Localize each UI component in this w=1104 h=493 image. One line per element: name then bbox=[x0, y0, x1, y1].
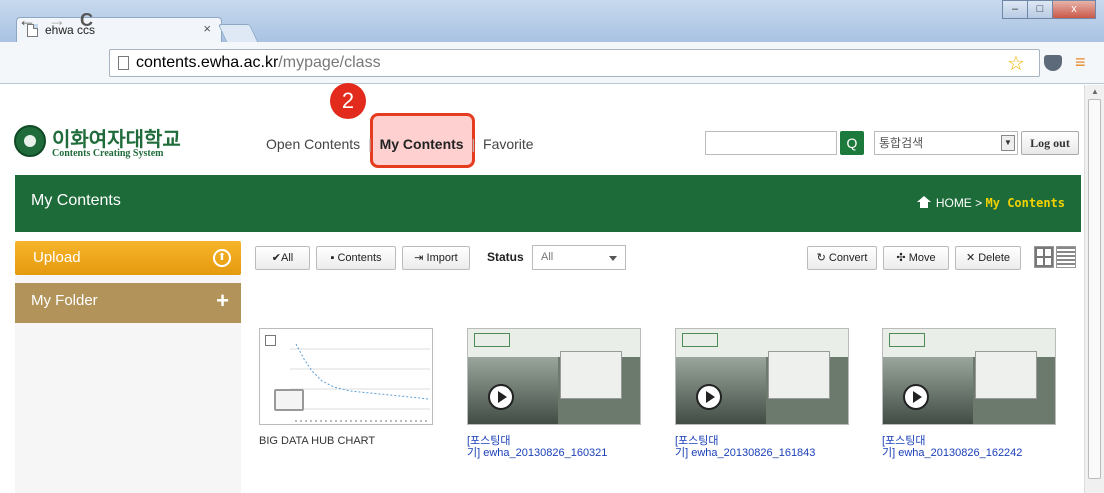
grid-view-icon[interactable] bbox=[1034, 246, 1054, 268]
vertical-scrollbar[interactable]: ▲ bbox=[1084, 85, 1104, 493]
search-input[interactable] bbox=[705, 131, 837, 155]
search-button[interactable]: Q bbox=[840, 131, 864, 155]
forward-arrow-icon[interactable]: → bbox=[48, 10, 66, 31]
content-item[interactable]: [포스팅대 기] ewha_20130826_162242 bbox=[882, 328, 1058, 459]
item-filename[interactable]: 기] ewha_20130826_160321 bbox=[467, 447, 607, 459]
page-icon bbox=[118, 56, 129, 70]
item-caption[interactable]: [포스팅대 기] ewha_20130826_162242 bbox=[882, 435, 1058, 459]
item-checkbox[interactable] bbox=[265, 335, 276, 346]
university-emblem-icon bbox=[14, 125, 46, 157]
add-folder-icon[interactable]: + bbox=[216, 283, 229, 319]
my-folder-header[interactable]: My Folder + bbox=[15, 283, 241, 323]
home-icon[interactable] bbox=[916, 196, 931, 208]
scroll-up-icon[interactable]: ▲ bbox=[1091, 87, 1099, 96]
browser-titlebar: ehwa ccs × – □ x bbox=[0, 0, 1104, 43]
item-title[interactable]: [포스팅대 bbox=[467, 435, 511, 447]
nav-my-contents[interactable]: My Contents bbox=[380, 136, 464, 152]
item-title[interactable]: [포스팅대 bbox=[882, 435, 926, 447]
convert-button[interactable]: ↻ Convert bbox=[807, 246, 877, 270]
item-filename[interactable]: 기] ewha_20130826_161843 bbox=[675, 447, 815, 459]
content-item[interactable]: [포스팅대 기] ewha_20130826_161843 bbox=[675, 328, 851, 459]
step-callout-badge: 2 bbox=[330, 83, 366, 119]
play-icon[interactable] bbox=[903, 384, 929, 410]
logout-button[interactable]: Log out bbox=[1021, 131, 1079, 155]
image-icon bbox=[274, 389, 304, 411]
scrollbar-thumb[interactable] bbox=[1088, 99, 1101, 479]
list-view-icon[interactable] bbox=[1056, 246, 1076, 268]
move-button[interactable]: ✣ Move bbox=[883, 246, 949, 270]
import-icon: ⇥ bbox=[414, 252, 427, 264]
page-banner: My Contents HOME > My Contents bbox=[15, 175, 1081, 232]
upload-button[interactable]: Upload ⬆ bbox=[15, 241, 241, 275]
nav-favorite[interactable]: Favorite bbox=[483, 136, 534, 152]
status-value: All bbox=[541, 251, 554, 263]
search-scope-value: 통합검색 bbox=[879, 136, 924, 150]
projected-screen bbox=[560, 351, 622, 399]
content-item[interactable]: [포스팅대 기] ewha_20130826_160321 bbox=[467, 328, 643, 459]
video-thumbnail[interactable] bbox=[675, 328, 849, 425]
browser-tab[interactable]: ehwa ccs × bbox=[16, 17, 222, 43]
nav-open-contents[interactable]: Open Contents bbox=[266, 136, 360, 152]
projected-screen bbox=[975, 351, 1037, 399]
page-title: My Contents bbox=[31, 192, 121, 209]
play-icon[interactable] bbox=[696, 384, 722, 410]
bookmark-star-icon[interactable]: ☆ bbox=[1007, 51, 1025, 76]
video-thumbnail[interactable] bbox=[882, 328, 1056, 425]
browser-menu-icon[interactable]: ≡ bbox=[1075, 52, 1086, 73]
my-folder-label: My Folder bbox=[31, 292, 98, 309]
close-window-button[interactable]: x bbox=[1052, 0, 1096, 19]
item-caption: BIG DATA HUB CHART bbox=[259, 435, 376, 447]
main-nav: Open Contents | My Contents | Favorite bbox=[266, 136, 534, 152]
item-caption[interactable]: [포스팅대 기] ewha_20130826_161843 bbox=[675, 435, 851, 459]
new-tab-button[interactable] bbox=[217, 24, 259, 42]
page-content: 이화여자대학교 Contents Creating System 2 Open … bbox=[0, 83, 1084, 493]
breadcrumb-current: My Contents bbox=[985, 196, 1065, 210]
search-icon: Q bbox=[846, 135, 858, 151]
upload-label: Upload bbox=[33, 249, 81, 266]
content-item[interactable]: BIG DATA HUB CHART bbox=[259, 328, 435, 447]
select-all-button[interactable]: ✔All bbox=[255, 246, 310, 270]
reload-icon[interactable]: C bbox=[80, 10, 93, 31]
breadcrumb: HOME > My Contents bbox=[916, 196, 1065, 210]
window-controls: – □ x bbox=[1002, 0, 1096, 19]
status-label: Status bbox=[487, 250, 524, 264]
delete-icon: ✕ bbox=[965, 252, 979, 264]
item-title[interactable]: [포스팅대 bbox=[675, 435, 719, 447]
contents-button[interactable]: ▪ Contents bbox=[316, 246, 396, 270]
chevron-down-icon bbox=[609, 256, 617, 261]
status-select[interactable]: All bbox=[532, 245, 626, 270]
delete-button[interactable]: ✕ Delete bbox=[955, 246, 1021, 270]
breadcrumb-home[interactable]: HOME bbox=[936, 196, 972, 210]
nav-separator: | bbox=[471, 136, 476, 152]
play-icon[interactable] bbox=[488, 384, 514, 410]
breadcrumb-separator: > bbox=[975, 196, 983, 210]
item-caption[interactable]: [포스팅대 기] ewha_20130826_160321 bbox=[467, 435, 643, 459]
chevron-down-icon[interactable]: ▼ bbox=[1001, 135, 1015, 151]
minimize-button[interactable]: – bbox=[1002, 0, 1028, 19]
projected-screen bbox=[768, 351, 830, 399]
convert-icon: ↻ bbox=[816, 252, 829, 264]
back-arrow-icon[interactable]: ← bbox=[18, 10, 36, 31]
upload-icon: ⬆ bbox=[213, 249, 231, 267]
maximize-button[interactable]: □ bbox=[1027, 0, 1053, 19]
search-scope-select[interactable]: 통합검색 ▼ bbox=[874, 131, 1018, 155]
move-icon: ✣ bbox=[896, 252, 909, 264]
nav-separator: | bbox=[368, 136, 372, 152]
logo-subtitle: Contents Creating System bbox=[52, 148, 164, 159]
sidebar: Upload ⬆ My Folder + bbox=[15, 241, 241, 493]
import-button[interactable]: ⇥ Import bbox=[402, 246, 470, 270]
tab-close-icon[interactable]: × bbox=[203, 21, 211, 36]
url-text: contents.ewha.ac.kr/mypage/class bbox=[136, 54, 381, 71]
content-thumbnail[interactable] bbox=[259, 328, 433, 425]
item-filename[interactable]: 기] ewha_20130826_162242 bbox=[882, 447, 1022, 459]
video-thumbnail[interactable] bbox=[467, 328, 641, 425]
address-bar[interactable]: contents.ewha.ac.kr/mypage/class bbox=[109, 49, 1040, 77]
